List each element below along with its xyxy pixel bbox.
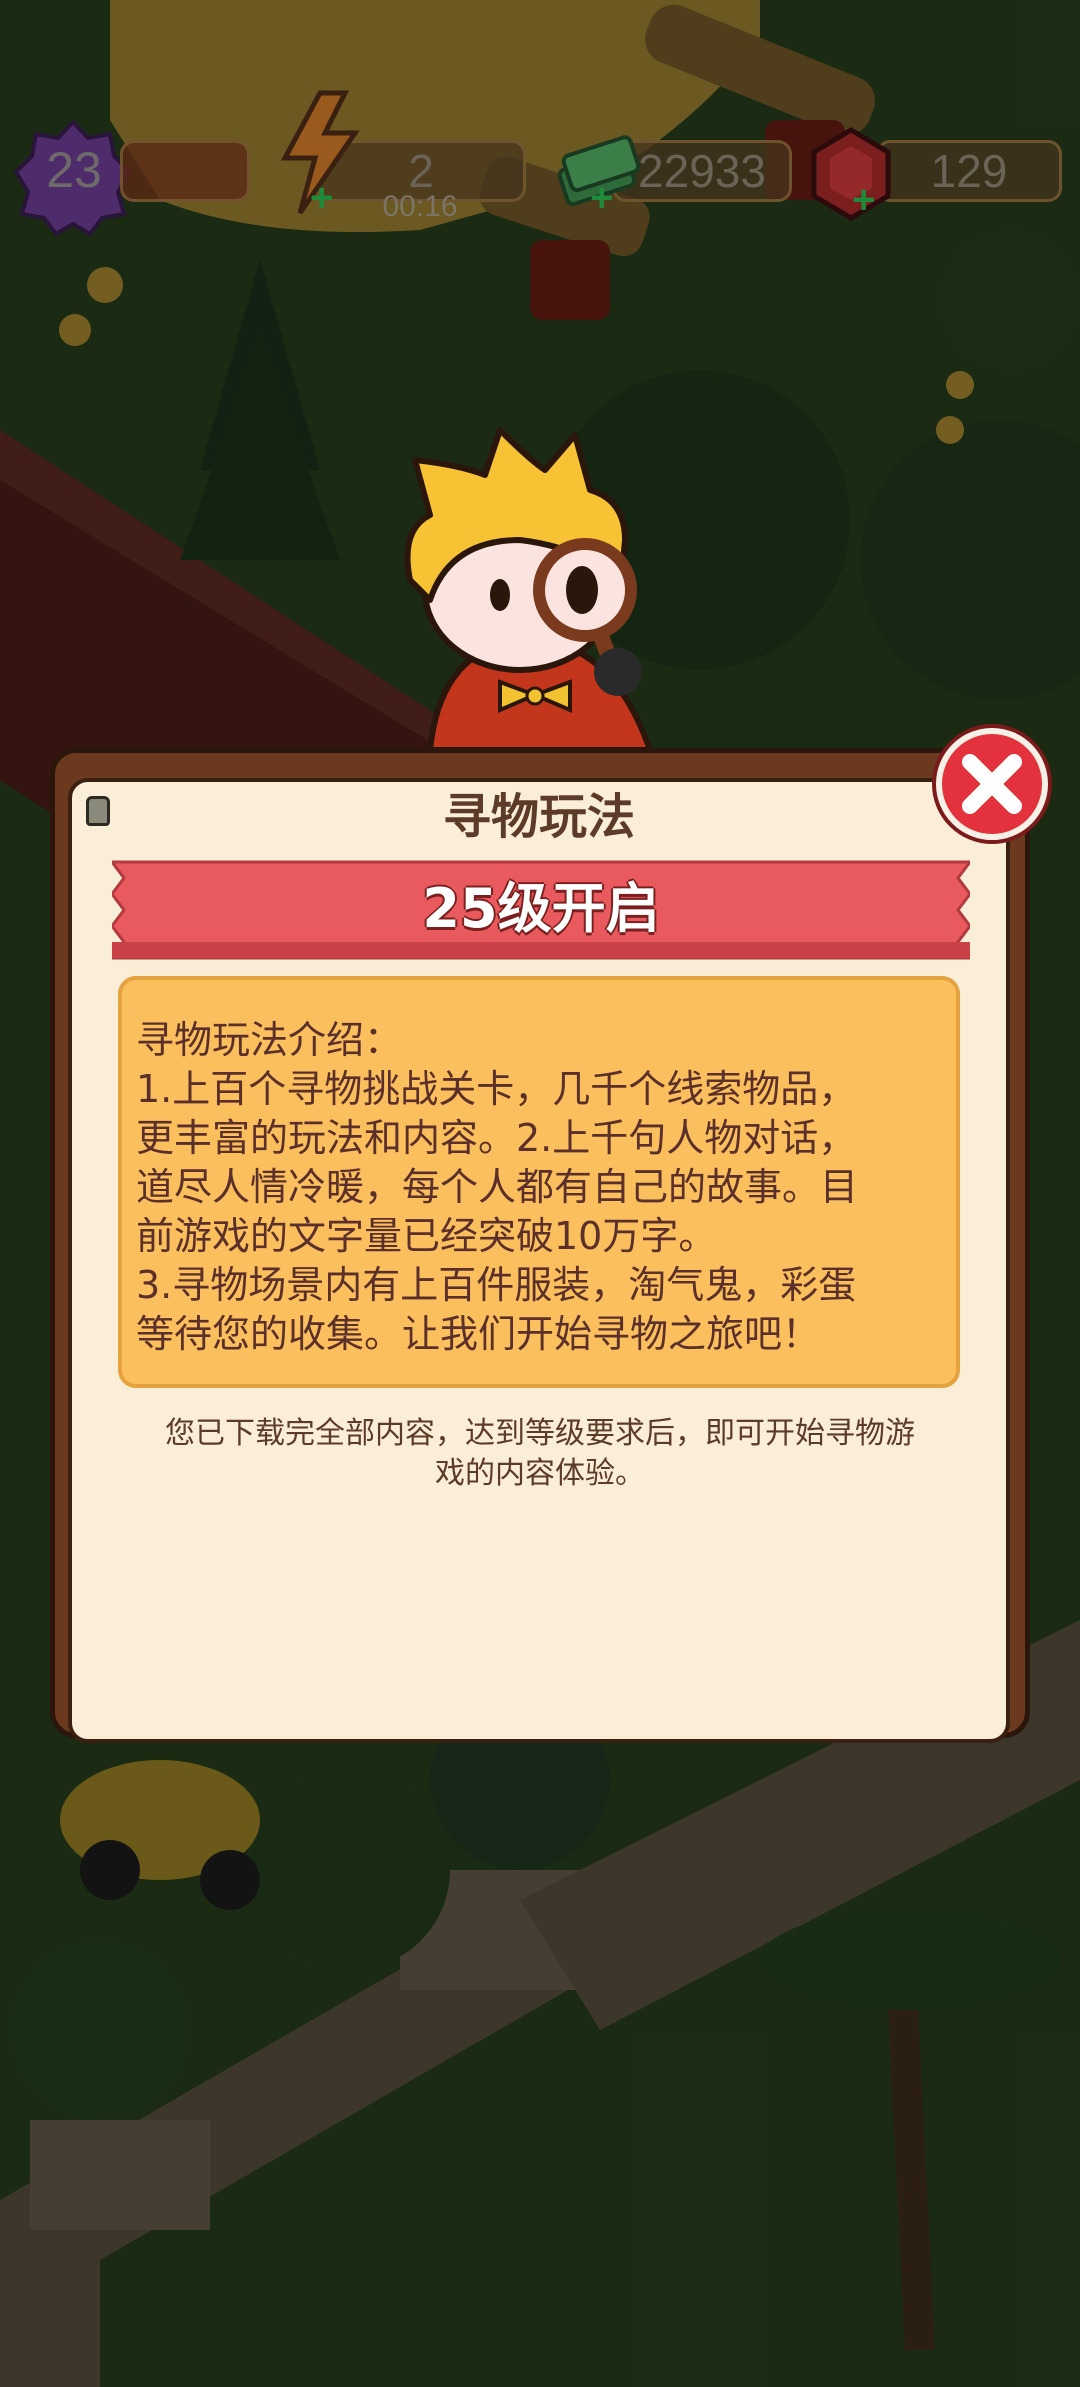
game-screen: 23 2 + 00:16 22933 + 129 + 寻物玩法 25级开启 寻物… — [0, 0, 1080, 2387]
intro-body: 1.上百个寻物挑战关卡，几千个线索物品， 更丰富的玩法和内容。2.上千句人物对话… — [136, 1067, 859, 1356]
energy-timer: 00:16 — [382, 190, 458, 223]
gem-value: 129 — [930, 145, 1008, 197]
level-value: 23 — [46, 142, 102, 198]
dialog-title: 寻物玩法 — [442, 789, 635, 845]
unlock-level-label: 25级开启 — [422, 877, 660, 940]
close-button[interactable] — [936, 728, 1048, 840]
intro-heading: 寻物玩法介绍： — [136, 1018, 403, 1062]
cash-value: 22933 — [638, 145, 766, 197]
download-note: 您已下载完全部内容，达到等级要求后，即可开始寻物游 戏的内容体验。 — [165, 1416, 915, 1491]
detective-mascot-image — [404, 427, 654, 750]
add-energy-button[interactable]: + — [310, 178, 333, 218]
ruby-gem-icon — [811, 127, 891, 221]
close-x-icon — [962, 754, 1022, 814]
level-progress-bar — [120, 140, 250, 202]
gem-counter[interactable]: 129 — [876, 140, 1062, 202]
add-cash-button[interactable]: + — [590, 178, 613, 218]
add-gems-button[interactable]: + — [852, 180, 875, 220]
intro-box: 寻物玩法介绍： 1.上百个寻物挑战关卡，几千个线索物品， 更丰富的玩法和内容。2… — [118, 976, 960, 1388]
